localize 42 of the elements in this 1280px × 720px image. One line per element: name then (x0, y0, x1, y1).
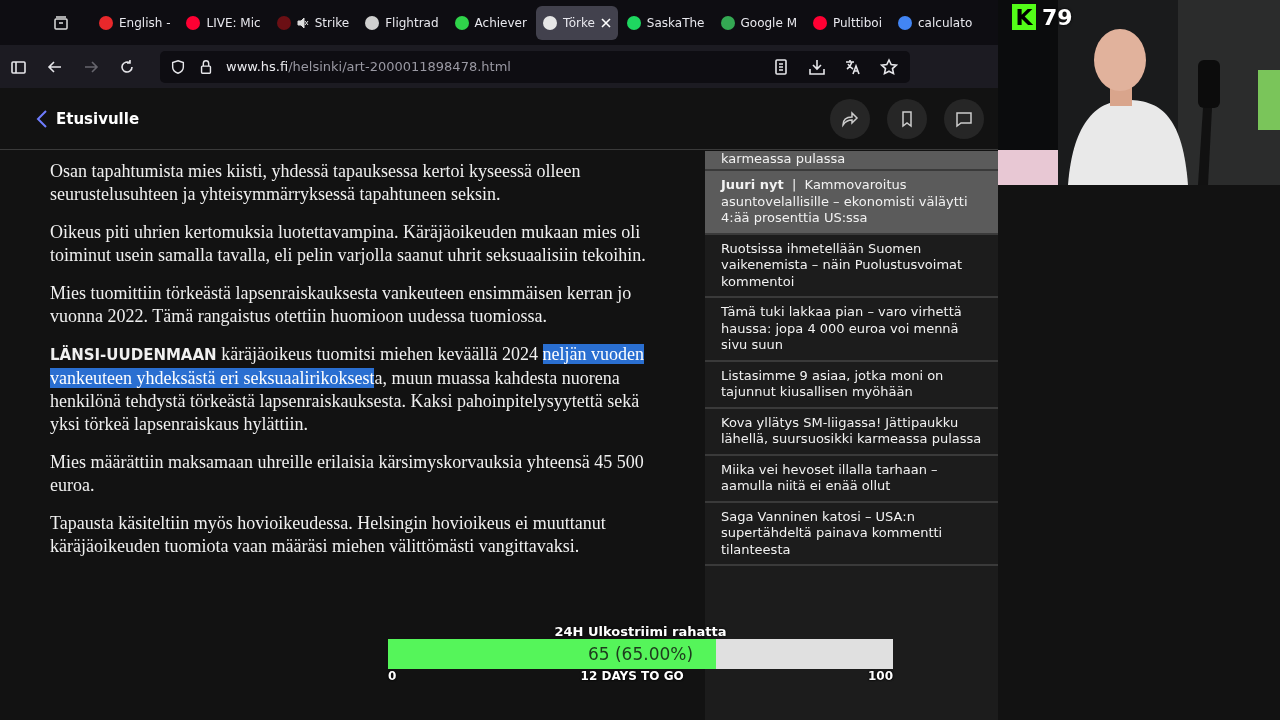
news-link[interactable]: Juuri nyt | Kammovaroitus asuntovelallisille – ekonomisti väläytti 4:ää prosenttia US:ssa (705, 171, 998, 235)
goal-title: 24H Ulkostriimi rahatta (554, 624, 727, 639)
bookmark-button[interactable] (887, 98, 927, 139)
goal-reading: 65 (65.00%) (587, 644, 694, 664)
browser-tab[interactable]: Flightrad (358, 5, 446, 40)
article-paragraph: Mies tuomittiin törkeästä lapsenraiskauksesta vankeuteen ensimmäisen kerran jo vuonna 2022. Tämä rangaistus otettiin huomioon uudessa tuomiossa. (50, 282, 633, 328)
news-link[interactable]: Listasimme 9 asiaa, jotka moni on tajunnut kiusallisen myöhään (705, 361, 998, 409)
browser-tab[interactable]: calculato (891, 5, 980, 40)
goal-min: 0 (388, 669, 397, 683)
news-link[interactable]: Tämä tuki lakkaa pian – varo virhettä haussa: jopa 4 000 euroa voi mennä sivu suun (705, 298, 998, 362)
mute-icon[interactable] (296, 16, 309, 29)
close-icon[interactable] (600, 17, 611, 28)
lock-icon[interactable] (198, 58, 214, 75)
share-icon (841, 109, 859, 128)
browser-tab[interactable]: English - (92, 5, 178, 40)
browser-tab[interactable]: Google M (713, 5, 804, 40)
browser-tab[interactable]: Pulttiboi (806, 5, 889, 40)
article-paragraph: Osan tapahtumista mies kiisti, yhdessä tapauksessa kertoi kyseessä olleen seurustelusuhteen ja yhteisymmärryksessä tapahtuneen seksin. (50, 160, 582, 206)
back-link[interactable]: Etusivulle (36, 109, 813, 128)
news-link[interactable]: karmeassa pulassa (705, 151, 998, 171)
article-paragraph: Oikeus piti uhrien kertomuksia luotettavampina. Käräjäoikeuden mukaan mies oli toiminut usein samalla tavalla, eli pelin varjolla saanut uhrit seksuaalisiin tekoihin. (50, 221, 647, 267)
goal-countdown: 12 DAYS TO GO (580, 669, 684, 683)
news-link[interactable]: Miika vei hevoset illalla tarhaan – aamulla niitä ei enää ollut (705, 455, 998, 503)
comment-button[interactable] (944, 98, 984, 139)
viewer-count: 79 (1042, 4, 1073, 30)
comment-icon (955, 109, 973, 128)
article-paragraph: Mies määrättiin maksamaan uhreille erilaisia kärsimyskorvauksia yhteensä 45 500 euroa. (50, 451, 645, 497)
shield-icon[interactable] (170, 58, 186, 75)
browser-tab[interactable]: Strike (269, 5, 357, 40)
chevron-icon (36, 109, 48, 128)
channel-logo: K (1012, 4, 1036, 30)
article-paragraph: Tapausta käsiteltiin myös hovioikeudessa. Helsingin hovioikeus ei muuttanut käräjäoikeuden tuomiota vaan määräsi miehen välittömästi vangittavaksi. (50, 512, 607, 558)
browser-tab[interactable]: Törke (535, 5, 618, 40)
news-link[interactable]: Ruotsissa ihmetellään Suomen vaikenemista – näin Puolustusvoimat kommentoi (705, 234, 998, 298)
news-link[interactable]: Kova yllätys SM-liigassa! Jättipaukku lähellä, suursuosikki karmeassa pulassa (705, 408, 998, 456)
browser-tab[interactable]: Achiever (447, 5, 534, 40)
news-link[interactable]: Saga Vanninen katosi – USA:n supertähdeltä painava kommentti tilanteesta (705, 502, 998, 566)
address-bar[interactable]: www.hs.fi/helsinki/art-2000011898478.html (160, 50, 910, 83)
share-button[interactable] (830, 98, 870, 139)
browser-tab[interactable]: SaskaThe (619, 5, 712, 40)
browser-tab[interactable]: LIVE: Mic (179, 5, 268, 40)
goal-max: 100 (867, 669, 893, 683)
